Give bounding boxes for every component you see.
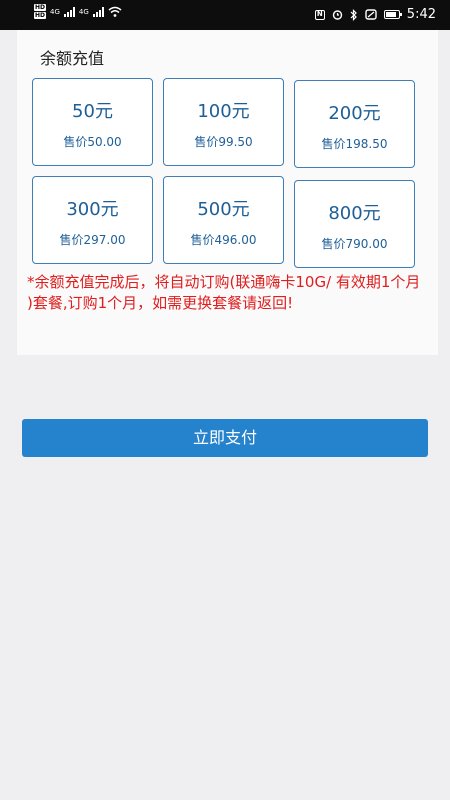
package-amount: 50元 bbox=[72, 101, 113, 122]
status-left: HD HD 4G 4G bbox=[34, 4, 122, 19]
network-type-1: 4G bbox=[50, 7, 60, 16]
nfc-icon: N bbox=[314, 9, 325, 20]
package-tile-800[interactable]: 800元 售价790.00 bbox=[294, 180, 415, 268]
pay-now-button[interactable]: 立即支付 bbox=[22, 419, 428, 457]
alarm-icon bbox=[332, 10, 342, 20]
signal-icon bbox=[63, 6, 75, 17]
package-amount: 800元 bbox=[328, 203, 381, 224]
signal-icon-2 bbox=[92, 6, 104, 17]
hd-badges: HD HD bbox=[34, 4, 47, 19]
status-bar: HD HD 4G 4G N 5:42 bbox=[0, 0, 450, 30]
status-right: N 5:42 bbox=[314, 7, 436, 22]
package-tile-100[interactable]: 100元 售价99.50 bbox=[163, 78, 284, 166]
package-tile-200[interactable]: 200元 售价198.50 bbox=[294, 80, 415, 168]
auto-subscribe-notice: *余额充值完成后，将自动订购(联通嗨卡10G/ 有效期1个月 )套餐,订购1个月… bbox=[27, 273, 421, 312]
hd-badge-2: HD bbox=[34, 12, 47, 19]
package-amount: 100元 bbox=[197, 101, 250, 122]
bluetooth-icon bbox=[350, 8, 357, 21]
package-price: 售价496.00 bbox=[190, 233, 257, 247]
hd-badge-1: HD bbox=[34, 4, 47, 11]
package-tile-50[interactable]: 50元 售价50.00 bbox=[32, 78, 153, 166]
package-price: 售价790.00 bbox=[321, 237, 388, 251]
network-type-2: 4G bbox=[78, 7, 89, 16]
section-title: 余额充值 bbox=[40, 49, 105, 68]
package-grid: 50元 售价50.00 100元 售价99.50 200元 售价198.50 3… bbox=[32, 78, 420, 268]
package-tile-300[interactable]: 300元 售价297.00 bbox=[32, 176, 153, 264]
package-price: 售价297.00 bbox=[59, 233, 126, 247]
battery-icon bbox=[383, 10, 402, 19]
package-price: 售价99.50 bbox=[194, 135, 253, 149]
mute-icon bbox=[365, 9, 377, 20]
package-tile-500[interactable]: 500元 售价496.00 bbox=[163, 176, 284, 264]
package-amount: 300元 bbox=[66, 199, 119, 220]
wifi-icon bbox=[108, 6, 122, 17]
package-amount: 200元 bbox=[328, 103, 381, 124]
package-price: 售价198.50 bbox=[321, 137, 388, 151]
clock: 5:42 bbox=[406, 7, 436, 22]
package-amount: 500元 bbox=[197, 199, 250, 220]
package-price: 售价50.00 bbox=[63, 135, 122, 149]
